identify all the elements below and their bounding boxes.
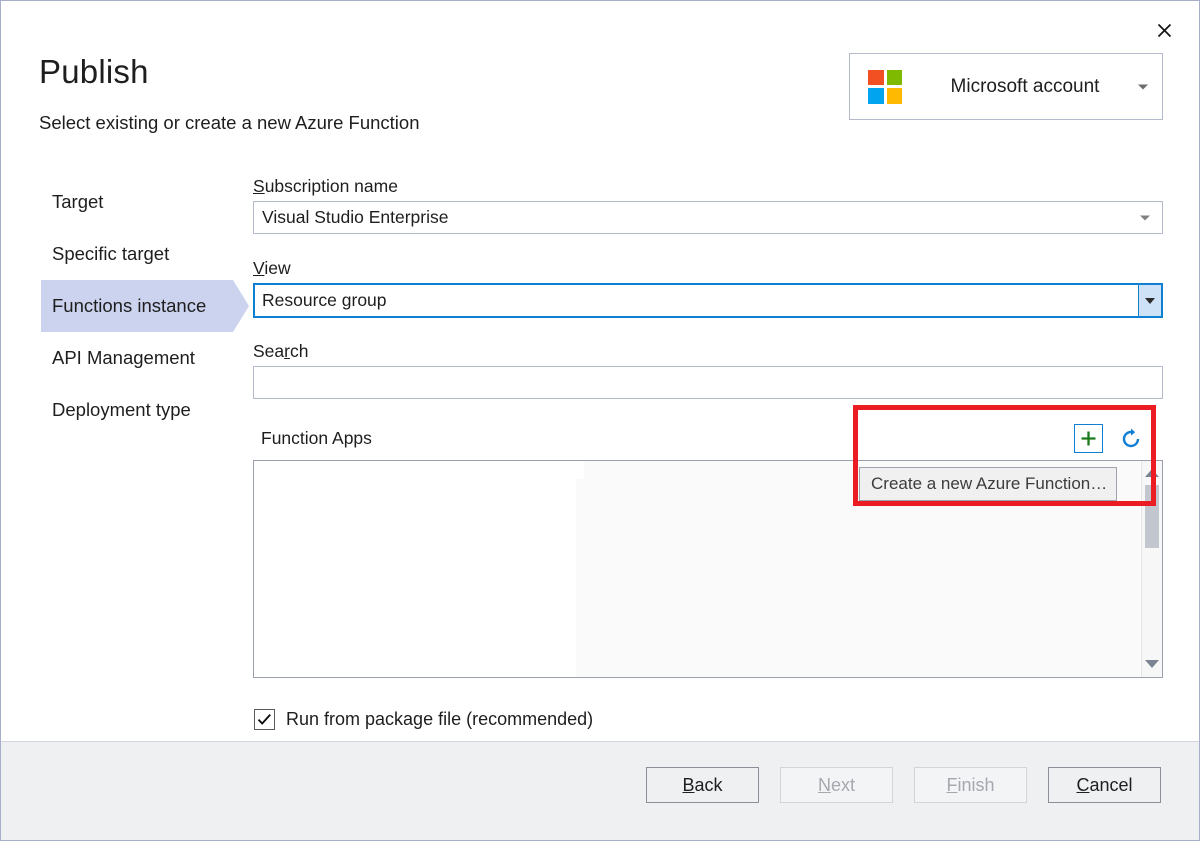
scroll-down-arrow-icon[interactable] xyxy=(1142,654,1162,673)
sidebar-item-functions-instance[interactable]: Functions instance xyxy=(1,280,251,332)
logo-square-top-right xyxy=(887,70,903,86)
sidebar-item-label: API Management xyxy=(1,347,195,369)
label-rest: ext xyxy=(831,775,855,796)
run-from-package-checkbox[interactable] xyxy=(254,709,275,730)
label-rest: iew xyxy=(264,258,290,278)
checkmark-icon xyxy=(257,713,272,726)
refresh-icon xyxy=(1120,428,1142,450)
microsoft-logo-icon xyxy=(868,70,902,104)
publish-dialog: Publish Select existing or create a new … xyxy=(0,0,1200,841)
sidebar-item-deployment-type[interactable]: Deployment type xyxy=(1,384,251,436)
chevron-down-icon xyxy=(1138,84,1148,89)
sidebar-item-specific-target[interactable]: Specific target xyxy=(1,228,251,280)
view-dropdown-button[interactable] xyxy=(1138,285,1161,316)
listbox-scrollbar[interactable] xyxy=(1141,461,1162,677)
logo-square-bottom-left xyxy=(868,88,884,104)
plus-icon xyxy=(1079,429,1098,448)
cancel-button[interactable]: Cancel xyxy=(1048,767,1161,803)
finish-button[interactable]: Finish xyxy=(914,767,1027,803)
label-rest: ack xyxy=(695,775,723,796)
accel-char: N xyxy=(818,775,831,796)
next-button[interactable]: Next xyxy=(780,767,893,803)
accel-char: V xyxy=(253,258,264,278)
create-new-azure-function-button[interactable] xyxy=(1074,424,1103,453)
view-label: View xyxy=(253,258,1163,279)
label-rest: ubscription name xyxy=(265,176,398,196)
function-apps-toolbar: Function Apps xyxy=(253,420,1163,460)
refresh-function-apps-button[interactable] xyxy=(1116,424,1145,453)
run-from-package-label: Run from package file (recommended) xyxy=(286,709,593,730)
back-button[interactable]: Back xyxy=(646,767,759,803)
close-icon xyxy=(1156,22,1173,39)
label-rest: inish xyxy=(957,775,994,796)
account-name-label: Microsoft account xyxy=(902,76,1162,98)
label-pre: Sea xyxy=(253,341,284,361)
triangle-up xyxy=(1145,469,1159,477)
sidebar-item-api-management[interactable]: API Management xyxy=(1,332,251,384)
view-value: Resource group xyxy=(255,290,387,311)
close-button[interactable] xyxy=(1143,13,1185,47)
subscription-name-value: Visual Studio Enterprise xyxy=(254,207,448,228)
accel-char: C xyxy=(1076,775,1089,796)
accel-char: S xyxy=(253,176,265,196)
search-label: Search xyxy=(253,341,1163,362)
page-title: Publish xyxy=(39,53,149,91)
sidebar-item-label: Functions instance xyxy=(1,295,206,317)
footer-button-group: Back Next Finish Cancel xyxy=(646,767,1161,803)
accel-char: F xyxy=(946,775,957,796)
sidebar-item-target[interactable]: Target xyxy=(1,176,251,228)
scrollbar-thumb[interactable] xyxy=(1145,485,1159,548)
chevron-down-icon xyxy=(1140,215,1150,220)
search-input[interactable] xyxy=(253,366,1163,399)
wizard-step-sidebar: Target Specific target Functions instanc… xyxy=(1,176,251,436)
triangle-down xyxy=(1145,660,1159,668)
label-rest: ancel xyxy=(1089,775,1132,796)
subscription-name-label: Subscription name xyxy=(253,176,1163,197)
logo-square-bottom-right xyxy=(887,88,903,104)
sidebar-item-label: Specific target xyxy=(1,243,169,265)
subscription-name-combobox[interactable]: Visual Studio Enterprise xyxy=(253,201,1163,234)
account-selector[interactable]: Microsoft account xyxy=(849,53,1163,120)
logo-square-top-left xyxy=(868,70,884,86)
label-rest: ch xyxy=(290,341,308,361)
form-panel: Subscription name Visual Studio Enterpri… xyxy=(253,176,1163,678)
page-subtitle: Select existing or create a new Azure Fu… xyxy=(39,112,419,134)
function-apps-label: Function Apps xyxy=(261,428,372,449)
sidebar-item-label: Deployment type xyxy=(1,399,191,421)
create-function-tooltip: Create a new Azure Function… xyxy=(859,467,1117,501)
accel-char: B xyxy=(682,775,694,796)
dialog-footer: Back Next Finish Cancel xyxy=(1,741,1199,840)
scroll-up-arrow-icon[interactable] xyxy=(1142,463,1162,482)
run-from-package-checkbox-row[interactable]: Run from package file (recommended) xyxy=(254,709,593,730)
sidebar-item-label: Target xyxy=(1,191,103,213)
view-combobox[interactable]: Resource group xyxy=(253,283,1163,318)
chevron-down-icon xyxy=(1145,298,1155,304)
listbox-column-header-notch xyxy=(576,461,584,479)
